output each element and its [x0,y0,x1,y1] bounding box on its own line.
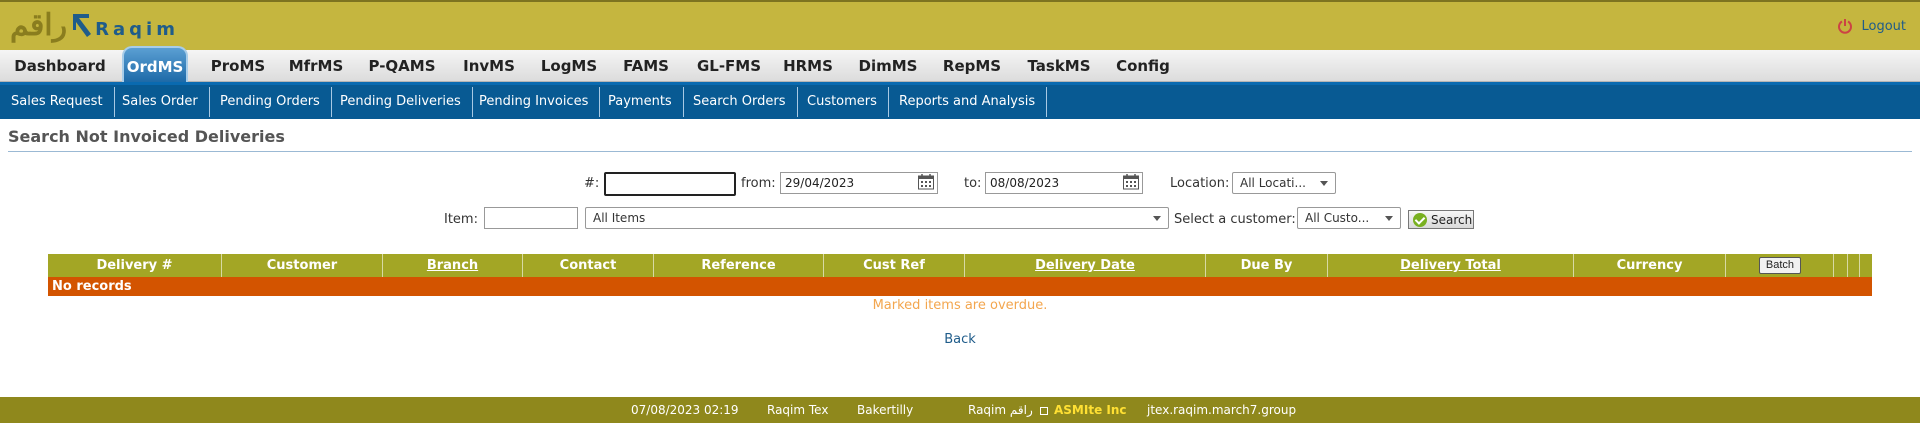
nav-tab-proms[interactable]: ProMS [204,50,272,82]
app-header: راقم Raqim Logout [0,0,1920,50]
subnav-pending-orders[interactable]: Pending Orders [209,87,332,117]
col-customer: Customer [222,254,383,277]
col-cust-ref: Cust Ref [824,254,965,277]
logo-arrow-icon [73,14,92,37]
footer-datetime: 07/08/2023 02:19 [631,403,739,417]
subnav-pending-invoices[interactable]: Pending Invoices [468,87,601,117]
customer-label: Select a customer: [1174,212,1296,227]
logout-link[interactable]: Logout [1837,18,1906,34]
nav-tab-config[interactable]: Config [1112,50,1174,82]
company-square-icon [1040,406,1048,415]
footer-company-name: ASMIte Inc [1054,403,1127,417]
search-button[interactable]: Search [1408,210,1474,229]
nav-tab-repms[interactable]: RepMS [938,50,1006,82]
customer-select[interactable]: All Custo... [1297,207,1401,229]
nav-tab-dimms[interactable]: DimMS [850,50,926,82]
customer-selected-value: All Custo... [1305,211,1370,225]
power-icon [1838,19,1853,34]
from-calendar-icon[interactable] [917,173,935,191]
footer-brand: Raqim راقم [968,403,1033,417]
no-records-row: No records [48,277,1872,296]
item-selected-value: All Items [593,211,646,225]
nav-tab-taskms[interactable]: TaskMS [1022,50,1096,82]
nav-tab-fams[interactable]: FAMS [614,50,678,82]
back-link-label[interactable]: Back [944,332,976,347]
chevron-down-icon [1385,216,1393,221]
nav-tab-hrms[interactable]: HRMS [780,50,836,82]
item-label: Item: [444,212,478,227]
location-select[interactable]: All Locati... [1232,172,1336,194]
subnav-sales-order[interactable]: Sales Order [111,87,210,117]
title-divider [8,151,1912,152]
footer-company: ASMIte Inc [1040,403,1127,417]
from-date-input[interactable] [780,172,938,194]
batch-button[interactable]: Batch [1759,257,1801,274]
app-footer: 07/08/2023 02:19 Raqim Tex Bakertilly Ra… [0,397,1920,423]
logo-english-text: Raqim [95,18,179,40]
subnav-pending-deliveries[interactable]: Pending Deliveries [329,87,473,117]
col-delivery-date-sort-link[interactable]: Delivery Date [965,254,1206,277]
back-link: Back [0,332,1920,347]
col-contact: Contact [523,254,654,277]
check-icon [1413,212,1427,227]
overdue-note: Marked items are overdue. [872,298,1048,313]
chevron-down-icon [1153,216,1161,221]
nav-tab-invms[interactable]: InvMS [454,50,524,82]
sub-nav: Sales Request Sales Order Pending Orders… [0,82,1920,119]
col-due-by: Due By [1206,254,1328,277]
delivery-number-input[interactable] [604,172,736,196]
subnav-search-orders[interactable]: Search Orders [682,87,798,117]
search-button-label: Search [1431,212,1473,227]
table-header-row: Delivery # Customer Branch Contact Refer… [48,254,1872,277]
col-delivery-total-sort-link[interactable]: Delivery Total [1328,254,1574,277]
main-nav: Dashboard OrdMS ProMS MfrMS P-QAMS InvMS… [0,46,1920,82]
nav-tab-logms[interactable]: LogMS [536,50,602,82]
location-label: Location: [1170,176,1230,191]
page-title: Search Not Invoiced Deliveries [8,127,285,146]
to-calendar-icon[interactable] [1122,173,1140,191]
chevron-down-icon [1320,181,1328,186]
subnav-payments[interactable]: Payments [597,87,684,117]
footer-domain: jtex.raqim.march7.group [1147,403,1297,417]
col-extra-2 [1848,254,1860,277]
col-extra-1 [1834,254,1848,277]
subnav-customers[interactable]: Customers [796,87,889,117]
logo-arabic-text: راقم [10,7,68,43]
footer-tenant: Raqim Tex [767,403,829,417]
to-date-input[interactable] [985,172,1143,194]
nav-tab-pqams[interactable]: P-QAMS [362,50,442,82]
logout-label: Logout [1861,18,1906,34]
col-currency: Currency [1574,254,1726,277]
from-label: from: [741,176,776,191]
item-code-input[interactable] [484,207,578,229]
raqim-logo[interactable]: راقم Raqim [10,6,179,44]
col-batch: Batch [1726,254,1834,277]
col-branch-sort-link[interactable]: Branch [383,254,523,277]
col-delivery-number: Delivery # [48,254,222,277]
location-selected-value: All Locati... [1240,176,1306,190]
nav-tab-ordms[interactable]: OrdMS [122,46,188,82]
subnav-reports-analysis[interactable]: Reports and Analysis [888,87,1048,117]
col-reference: Reference [654,254,824,277]
subnav-sales-request[interactable]: Sales Request [0,87,115,117]
to-label: to: [964,176,982,191]
col-extra-3 [1860,254,1872,277]
number-label: #: [584,176,600,191]
results-table: Delivery # Customer Branch Contact Refer… [48,254,1872,296]
nav-tab-mfrms[interactable]: MfrMS [284,50,348,82]
nav-tab-dashboard[interactable]: Dashboard [8,50,112,82]
footer-user: Bakertilly [857,403,914,417]
nav-tab-glfms[interactable]: GL-FMS [690,50,768,82]
item-select[interactable]: All Items [585,207,1169,229]
